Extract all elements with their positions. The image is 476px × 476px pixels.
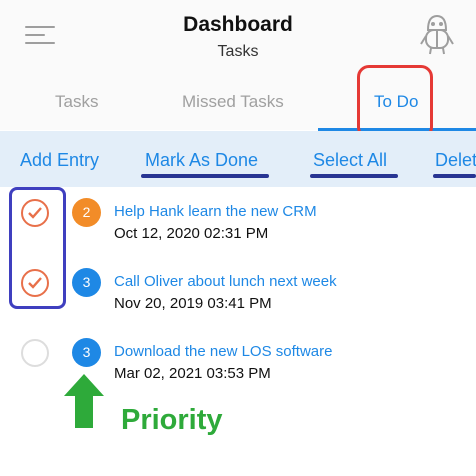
task-list: 2 Help Hank learn the new CRM Oct 12, 20… bbox=[0, 187, 476, 476]
select-all-underline bbox=[310, 174, 398, 178]
delete-button[interactable]: Delete bbox=[435, 150, 476, 171]
tab-missed-tasks[interactable]: Missed Tasks bbox=[182, 92, 284, 112]
task-title[interactable]: Call Oliver about lunch next week bbox=[114, 273, 337, 290]
task-checkbox-unchecked[interactable] bbox=[21, 339, 49, 367]
task-date: Mar 02, 2021 03:53 PM bbox=[114, 365, 271, 382]
select-all-button[interactable]: Select All bbox=[313, 150, 387, 171]
priority-badge: 3 bbox=[72, 338, 101, 367]
task-date: Nov 20, 2019 03:41 PM bbox=[114, 295, 272, 312]
task-title[interactable]: Help Hank learn the new CRM bbox=[114, 203, 317, 220]
priority-annotation-label: Priority bbox=[121, 404, 223, 436]
tab-tasks[interactable]: Tasks bbox=[55, 92, 98, 112]
mark-as-done-button[interactable]: Mark As Done bbox=[145, 150, 258, 171]
priority-badge: 2 bbox=[72, 198, 101, 227]
action-bar: Add Entry Mark As Done Select All Delete bbox=[0, 131, 476, 187]
add-entry-button[interactable]: Add Entry bbox=[20, 150, 99, 171]
up-arrow-icon bbox=[64, 374, 104, 428]
page-title: Dashboard bbox=[183, 13, 293, 36]
task-date: Oct 12, 2020 02:31 PM bbox=[114, 225, 269, 242]
to-do-tab-highlight-box bbox=[357, 65, 433, 139]
mark-as-done-underline bbox=[141, 174, 269, 178]
priority-badge: 3 bbox=[72, 268, 101, 297]
page-subtitle: Tasks bbox=[217, 43, 259, 60]
delete-underline bbox=[433, 174, 476, 178]
task-title[interactable]: Download the new LOS software bbox=[114, 343, 332, 360]
robot-avatar-icon[interactable] bbox=[418, 12, 456, 56]
checkbox-highlight-box bbox=[9, 187, 66, 309]
